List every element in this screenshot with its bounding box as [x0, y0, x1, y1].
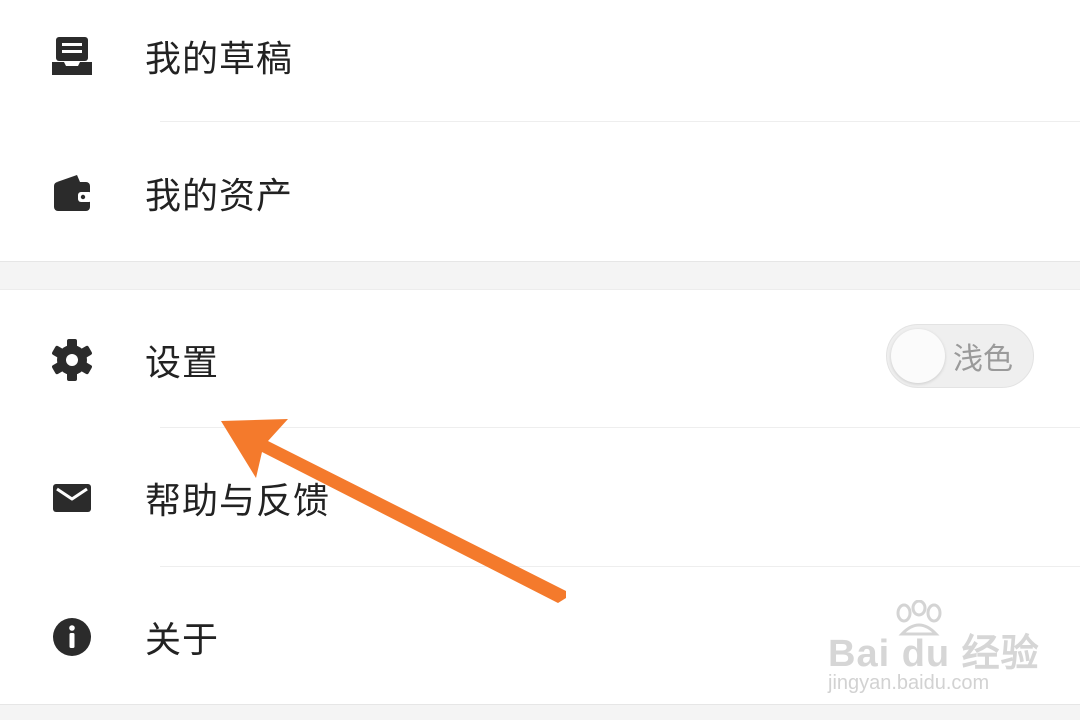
theme-toggle[interactable]: 浅色	[886, 324, 1034, 388]
watermark-brand: Bai du 经验	[828, 633, 1040, 675]
profile-menu-page: 我的草稿 我的资产 设置 浅色 帮助与反馈 关于 Bai du 经验 jingy…	[0, 0, 1080, 720]
menu-item-label: 设置	[145, 343, 220, 384]
toggle-label: 浅色	[953, 342, 1013, 377]
menu-item-label: 我的草稿	[145, 39, 294, 80]
wallet-icon	[50, 171, 94, 215]
baidu-watermark: Bai du 经验 jingyan.baidu.com	[828, 600, 1040, 700]
mail-icon	[50, 476, 94, 520]
menu-item-drafts[interactable]: 我的草稿	[0, 0, 1080, 126]
menu-item-help-feedback[interactable]: 帮助与反馈	[0, 428, 1080, 568]
menu-item-assets[interactable]: 我的资产	[0, 123, 1080, 263]
menu-item-label: 我的资产	[145, 176, 294, 217]
gear-icon	[50, 338, 94, 382]
info-icon	[50, 615, 94, 659]
menu-group-1: 我的草稿 我的资产	[0, 0, 1080, 262]
menu-item-settings[interactable]: 设置 浅色	[0, 290, 1080, 430]
drafts-tray-icon	[50, 34, 94, 78]
menu-item-label: 帮助与反馈	[145, 481, 331, 522]
menu-item-label: 关于	[145, 620, 220, 661]
watermark-url: jingyan.baidu.com	[828, 672, 990, 694]
divider	[160, 121, 1080, 122]
toggle-knob[interactable]	[891, 329, 945, 383]
